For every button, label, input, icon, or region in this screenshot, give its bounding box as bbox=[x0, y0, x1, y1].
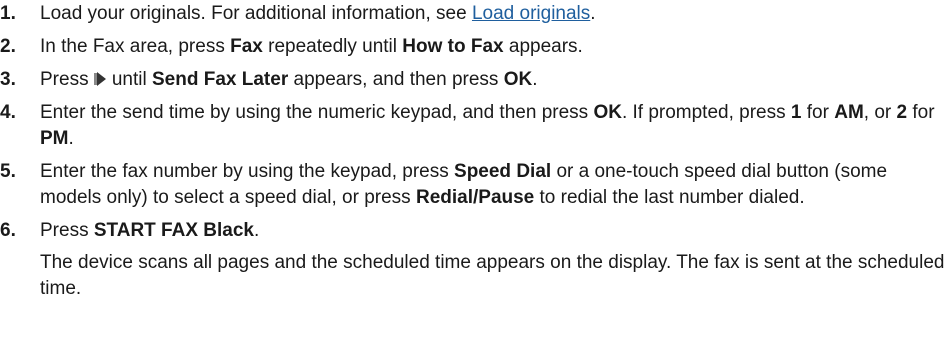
step-number: 5. bbox=[0, 161, 16, 182]
step-result-text: The device scans all pages and the sched… bbox=[40, 252, 945, 299]
load-originals-link[interactable]: Load originals bbox=[472, 3, 590, 24]
procedure-steps: 1. Load your originals. For additional i… bbox=[0, 0, 946, 302]
step-text: . bbox=[68, 128, 74, 149]
step-5: 5. Enter the fax number by using the key… bbox=[0, 159, 946, 211]
start-fax-black-label: START FAX Black bbox=[93, 220, 254, 241]
am-label: AM bbox=[834, 102, 864, 123]
step-1: 1. Load your originals. For additional i… bbox=[0, 1, 946, 27]
fax-key-label: Fax bbox=[230, 36, 263, 57]
step-text: appears, and then press bbox=[288, 69, 504, 90]
key-1-label: 1 bbox=[790, 102, 802, 123]
step-number: 4. bbox=[0, 102, 16, 123]
right-arrow-icon bbox=[93, 72, 106, 86]
redial-pause-label: Redial/Pause bbox=[415, 187, 535, 208]
step-text: for bbox=[907, 102, 935, 123]
step-number: 1. bbox=[0, 3, 16, 24]
step-6: 6. Press START FAX Black. The device sca… bbox=[0, 218, 946, 302]
step-text: Press bbox=[40, 69, 94, 90]
step-number: 3. bbox=[0, 69, 16, 90]
step-2: 2. In the Fax area, press Fax repeatedly… bbox=[0, 34, 946, 60]
ok-key-label: OK bbox=[593, 102, 622, 123]
step-text: repeatedly until bbox=[262, 36, 403, 57]
step-text: In the Fax area, press bbox=[40, 36, 231, 57]
step-text: appears. bbox=[503, 36, 583, 57]
step-number: 2. bbox=[0, 36, 16, 57]
how-to-fax-label: How to Fax bbox=[402, 36, 504, 57]
step-text: , or bbox=[863, 102, 897, 123]
send-fax-later-label: Send Fax Later bbox=[152, 69, 289, 90]
step-text: Press bbox=[40, 220, 94, 241]
key-2-label: 2 bbox=[896, 102, 908, 123]
step-number: 6. bbox=[0, 220, 16, 241]
step-text: until bbox=[111, 69, 152, 90]
step-text: to redial the last number dialed. bbox=[534, 187, 805, 208]
step-text: . bbox=[590, 3, 596, 24]
step-3: 3. Press until Send Fax Later appears, a… bbox=[0, 67, 946, 93]
step-text: . bbox=[532, 69, 538, 90]
step-text: Load your originals. For additional info… bbox=[40, 3, 472, 24]
speed-dial-label: Speed Dial bbox=[454, 161, 552, 182]
step-4: 4. Enter the send time by using the nume… bbox=[0, 100, 946, 152]
step-text: . If prompted, press bbox=[621, 102, 791, 123]
step-text: Enter the send time by using the numeric… bbox=[40, 102, 594, 123]
step-text: Enter the fax number by using the keypad… bbox=[40, 161, 455, 182]
step-text: . bbox=[254, 220, 260, 241]
step-text: for bbox=[801, 102, 835, 123]
pm-label: PM bbox=[40, 128, 69, 149]
ok-key-label: OK bbox=[503, 69, 533, 90]
